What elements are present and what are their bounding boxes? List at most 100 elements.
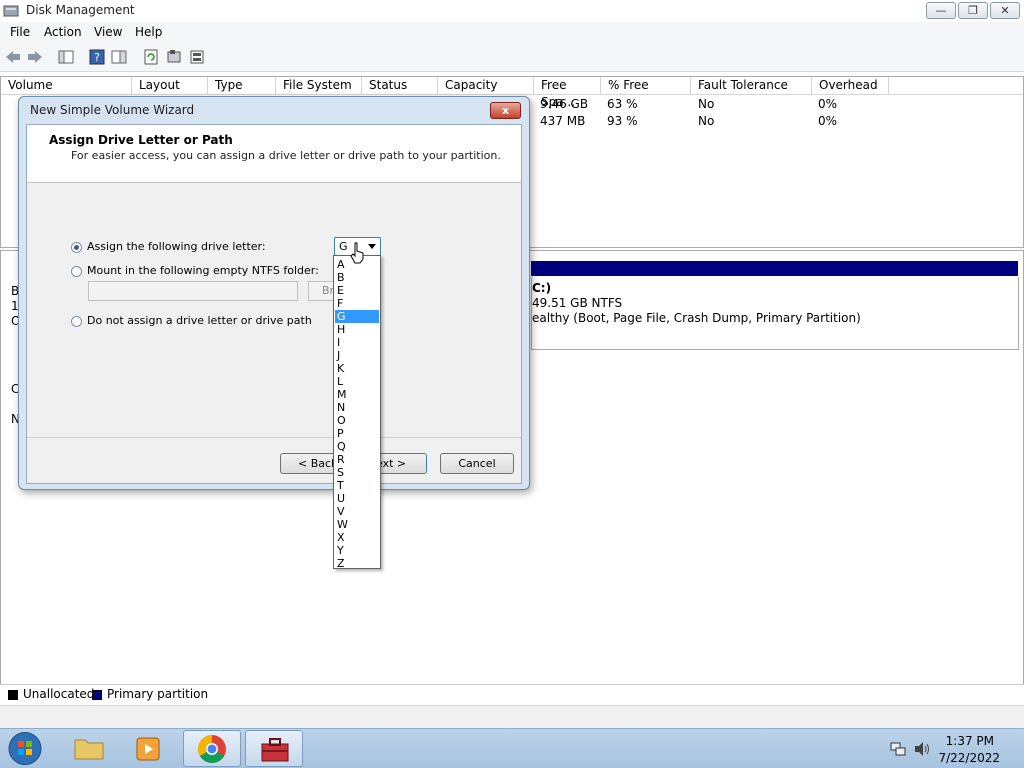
drive-letter-dropdown-list: ABEFGHIJKLMNOPQRSTUVWXYZ [333, 255, 381, 570]
drive-letter-option[interactable]: W [335, 518, 379, 531]
menu-bar: File Action View Help [0, 22, 1024, 43]
column-volume[interactable]: Volume [1, 77, 132, 94]
drive-letter-option[interactable]: R [335, 453, 379, 466]
drive-letter-option[interactable]: N [335, 401, 379, 414]
toolbox-icon [261, 738, 289, 762]
drive-letter-option[interactable]: J [335, 349, 379, 362]
taskbar: 1:37 PM 7/22/2022 [0, 728, 1024, 768]
media-player-task[interactable] [120, 730, 178, 767]
partition-name: C:) [532, 281, 552, 295]
drive-letter-option[interactable]: P [335, 427, 379, 440]
drive-letter-option[interactable]: U [335, 492, 379, 505]
divider [27, 437, 521, 438]
window-title: Disk Management [26, 3, 135, 17]
column-file-system[interactable]: File System [276, 77, 362, 94]
drive-letter-option[interactable]: X [335, 531, 379, 544]
mouse-cursor-icon [350, 242, 364, 264]
assign-letter-label[interactable]: Assign the following drive letter: [87, 240, 266, 253]
wizard-close-button[interactable]: x [490, 102, 521, 119]
drive-letter-option[interactable]: S [335, 466, 379, 479]
folder-path-input[interactable] [88, 281, 298, 301]
column-status[interactable]: Status [362, 77, 438, 94]
partition-size: 49.51 GB NTFS [532, 296, 623, 310]
network-icon[interactable] [890, 741, 906, 757]
partition-status: ealthy (Boot, Page File, Crash Dump, Pri… [532, 311, 861, 325]
clock-date[interactable]: 7/22/2022 [938, 751, 1000, 765]
cell-overhead: 0% [818, 114, 838, 128]
cell-free-space: 437 MB [540, 114, 586, 128]
disk-settings-icon[interactable] [188, 48, 206, 66]
primary-partition-swatch [92, 690, 102, 700]
forward-arrow-icon[interactable] [26, 48, 44, 66]
wizard-title: New Simple Volume Wizard [30, 103, 195, 117]
drive-letter-option[interactable]: Q [335, 440, 379, 453]
minimize-button[interactable]: — [926, 2, 956, 19]
column-percent-free[interactable]: % Free [601, 77, 691, 94]
chrome-icon [198, 735, 226, 763]
explorer-task[interactable] [60, 730, 118, 767]
column-fault-tolerance[interactable]: Fault Tolerance [691, 77, 812, 94]
assign-letter-radio[interactable] [71, 242, 82, 253]
wizard-header: Assign Drive Letter or Path For easier a… [27, 125, 521, 183]
wizard-body: Assign Drive Letter or Path For easier a… [26, 124, 522, 484]
column-type[interactable]: Type [208, 77, 276, 94]
drive-letter-option[interactable]: H [335, 323, 379, 336]
mount-folder-radio[interactable] [71, 266, 82, 277]
no-letter-radio[interactable] [71, 316, 82, 327]
drive-letter-option[interactable]: L [335, 375, 379, 388]
console-tree-icon[interactable] [57, 48, 75, 66]
media-player-icon [136, 737, 160, 761]
drive-letter-option[interactable]: Z [335, 557, 379, 570]
drive-letter-value: G [339, 240, 348, 253]
drive-letter-option[interactable]: T [335, 479, 379, 492]
toolbar: ? [0, 43, 1024, 72]
primary-partition-bar [531, 261, 1018, 276]
menu-file[interactable]: File [10, 25, 30, 39]
drive-letter-option[interactable]: B [335, 271, 379, 284]
chrome-task[interactable] [183, 730, 241, 767]
cell-free-space: 9.46 GB [540, 97, 589, 111]
menu-help[interactable]: Help [135, 25, 162, 39]
cell-overhead: 0% [818, 97, 838, 111]
drive-letter-option[interactable]: F [335, 297, 379, 310]
start-button[interactable] [6, 730, 44, 767]
svg-text:?: ? [94, 51, 100, 64]
drive-letter-option[interactable]: V [335, 505, 379, 518]
chevron-down-icon [368, 244, 376, 249]
mount-folder-label[interactable]: Mount in the following empty NTFS folder… [87, 264, 319, 277]
clock-time[interactable]: 1:37 PM [946, 734, 994, 748]
cell-percent-free: 93 % [607, 114, 638, 128]
drive-letter-option[interactable]: O [335, 414, 379, 427]
column-layout[interactable]: Layout [132, 77, 208, 94]
refresh-icon[interactable] [142, 48, 160, 66]
column-overhead[interactable]: Overhead [812, 77, 889, 94]
drive-letter-option[interactable]: G [335, 310, 379, 323]
column-free-space[interactable]: Free Spa... [534, 77, 601, 109]
cancel-button[interactable]: Cancel [440, 453, 514, 474]
window-title-bar: Disk Management — ❐ ✕ [0, 0, 1024, 23]
menu-action[interactable]: Action [44, 25, 82, 39]
unallocated-swatch [8, 690, 18, 700]
drive-letter-option[interactable]: E [335, 284, 379, 297]
wizard-subheading: For easier access, you can assign a driv… [71, 149, 501, 162]
volume-icon[interactable] [913, 741, 931, 757]
menu-view[interactable]: View [94, 25, 122, 39]
drive-letter-option[interactable]: I [335, 336, 379, 349]
status-bar [0, 705, 1024, 728]
column-capacity[interactable]: Capacity [438, 77, 534, 94]
properties-pane-icon[interactable] [110, 48, 128, 66]
cell-fault-tolerance: No [698, 97, 715, 111]
drive-letter-option[interactable]: K [335, 362, 379, 375]
help-icon[interactable]: ? [88, 48, 106, 66]
maximize-button[interactable]: ❐ [958, 2, 988, 19]
close-button[interactable]: ✕ [990, 2, 1020, 19]
disk-properties-icon[interactable] [165, 48, 183, 66]
partition-c[interactable]: C:) 49.51 GB NTFS ealthy (Boot, Page Fil… [531, 277, 1019, 350]
disk-management-icon [3, 5, 19, 17]
back-arrow-icon[interactable] [4, 48, 22, 66]
computer-management-task[interactable] [245, 730, 303, 767]
drive-letter-option[interactable]: M [335, 388, 379, 401]
drive-letter-option[interactable]: Y [335, 544, 379, 557]
wizard-heading: Assign Drive Letter or Path [49, 133, 233, 147]
no-letter-label[interactable]: Do not assign a drive letter or drive pa… [87, 314, 312, 327]
